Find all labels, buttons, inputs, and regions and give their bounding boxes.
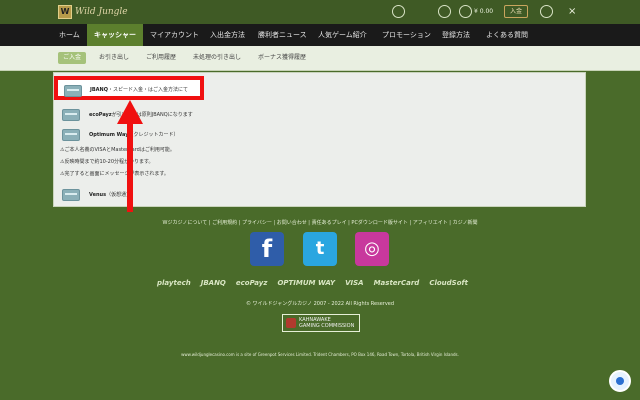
provider-logo: VISA [345, 279, 364, 287]
close-icon[interactable]: × [568, 5, 576, 18]
payment-name: Optimum Way [89, 132, 129, 138]
card-icon [64, 85, 82, 97]
gift-icon[interactable] [438, 5, 451, 18]
support-icon[interactable] [392, 5, 405, 18]
card-icon [62, 109, 80, 121]
chat-icon[interactable] [609, 370, 631, 392]
note-line: ⚠ご本人名義のVISAとMasterCardはご利用可能。 [60, 147, 175, 153]
provider-logo: OPTIMUM WAY [277, 279, 336, 287]
payment-desc: （クレジットカード） [128, 132, 179, 138]
nav-winner-news[interactable]: 勝利者ニュース [258, 24, 307, 46]
provider-logo: CloudSoft [429, 279, 468, 287]
main-nav: ホーム キャッシャー マイアカウント 入出金方法 勝利者ニュース 人気ゲーム紹介… [0, 24, 640, 46]
logo[interactable]: W Wild Jungle [58, 5, 128, 19]
provider-logo: playtech [157, 279, 191, 287]
nav-faq[interactable]: よくある質問 [486, 24, 528, 46]
provider-logos: playtech JBANQ ecoPayz OPTIMUM WAY VISA … [157, 276, 468, 290]
cashier-subnav: ご入金 お引き出し ご利用履歴 未処理の引き出し ボーナス獲得履歴 [0, 46, 640, 71]
instagram-icon[interactable]: ◎ [355, 232, 389, 266]
tab-history[interactable]: ご利用履歴 [146, 52, 176, 64]
payment-venus[interactable]: Venus（仮想通貨） [59, 189, 559, 203]
note-line: ⚠完了すると画面にメッセージが表示されます。 [60, 171, 169, 177]
tab-deposit[interactable]: ご入金 [58, 52, 86, 64]
payment-name: JBANQ [90, 87, 108, 93]
nav-home[interactable]: ホーム [59, 24, 80, 46]
company-address: www.wildjunglecasino.com is a site of Gr… [181, 352, 459, 357]
nav-registration[interactable]: 登録方法 [442, 24, 470, 46]
payment-jbanq[interactable]: JBANQ・スピード入金・はご入金方法にて [54, 76, 204, 100]
nav-popular-games[interactable]: 人気ゲーム紹介 [318, 24, 367, 46]
wallet-icon[interactable] [459, 5, 472, 18]
tab-bonus-history[interactable]: ボーナス獲得履歴 [258, 52, 306, 64]
kahnawake-logo-icon [286, 318, 296, 328]
facebook-icon[interactable]: f [250, 232, 284, 266]
card-icon [62, 129, 80, 141]
nav-promotions[interactable]: プロモーション [382, 24, 431, 46]
payment-desc: ・スピード入金・はご入金方法にて [107, 87, 188, 93]
provider-logo: JBANQ [200, 279, 226, 287]
kahnawake-subtitle: GAMING COMMISSION [299, 323, 355, 329]
note-line: ⚠反映時間まで約10-20分程かかります。 [60, 159, 154, 165]
logo-text: Wild Jungle [75, 7, 128, 17]
card-icon [62, 189, 80, 201]
deposit-button[interactable]: 入金 [504, 5, 528, 18]
copyright: © ワイルドジャングルカジノ 2007 - 2022 All Rights Re… [245, 301, 395, 307]
arrow-shaft [127, 122, 133, 212]
footer-links[interactable]: Wジカジノについて | ご利用規約 | プライバシー | お問い合わせ | 責任… [0, 219, 640, 226]
payment-notes: ⚠ご本人名義のVISAとMasterCardはご利用可能。 ⚠反映時間まで約10… [60, 144, 175, 180]
tab-pending-withdrawals[interactable]: 未処理の引き出し [193, 52, 241, 64]
globe-icon[interactable] [540, 5, 553, 18]
twitter-icon[interactable]: t [303, 232, 337, 266]
payment-name: ecoPayz [89, 112, 112, 118]
provider-logo: MasterCard [373, 279, 420, 287]
tab-withdraw[interactable]: お引き出し [99, 52, 129, 64]
nav-my-account[interactable]: マイアカウント [150, 24, 199, 46]
balance-amount: ¥ 0.00 [474, 8, 494, 15]
logo-badge: W [58, 5, 72, 19]
arrow-head [117, 100, 143, 124]
nav-payment-methods[interactable]: 入出金方法 [210, 24, 245, 46]
kahnawake-badge: KAHNAWAKE GAMING COMMISSION [282, 314, 360, 332]
top-bar: W Wild Jungle ¥ 0.00 入金 × [0, 0, 640, 24]
payment-name: Venus [89, 192, 107, 198]
payment-optimum-way[interactable]: Optimum Way（クレジットカード） [59, 129, 559, 143]
nav-cashier[interactable]: キャッシャー [87, 24, 143, 46]
provider-logo: ecoPayz [235, 279, 268, 287]
